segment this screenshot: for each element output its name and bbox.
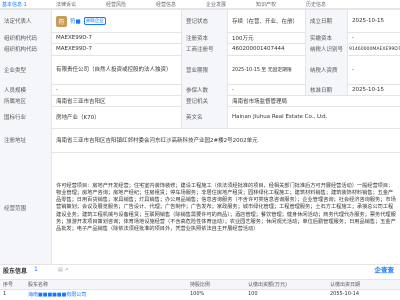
industry-value: 房地产业（K70）	[52, 106, 182, 128]
org-code2-label: 组织机构代码	[0, 43, 52, 55]
table-row: 经营范围 许可经营项目：房地产开发经营；住宅室内装饰装修；建设工程施工（依法须经…	[0, 152, 400, 265]
info-grid: 法定代表人 符 符■ 关联企业 登记状态 存续（在营、开业、在册） 成立日期 2…	[0, 9, 400, 265]
shareholder-ratio: 100%	[190, 291, 205, 297]
shareholder-name[interactable]: 海南■■■■■■有限公司	[28, 291, 86, 298]
legal-rep-cell: 符 符■ 关联企业	[52, 10, 182, 32]
paid-capital-value: -	[352, 34, 354, 41]
term-label: 营业期限	[182, 55, 228, 84]
reg-capital-value: 100万元	[228, 32, 306, 43]
area-value: 海南省三亚市吉阳区	[52, 95, 182, 106]
insured-value: -	[228, 84, 306, 95]
taxpayer-label: 纳税人资质	[306, 55, 348, 84]
tab-basic-info[interactable]: 基本信息 1	[2, 1, 27, 10]
authority-label: 登记机关	[182, 95, 228, 106]
tax-no-value: 91460000MAEXE99D7F	[349, 46, 400, 52]
address-label: 注册地址	[0, 128, 52, 152]
staff-value: -	[52, 84, 182, 95]
authority-value: 海南省市场监督管理局	[232, 98, 288, 105]
reg-status-label: 登记状态	[182, 10, 228, 32]
est-date-label: 成立日期	[306, 10, 348, 32]
avatar: 符	[56, 15, 67, 27]
col-date: 认缴出资日期	[330, 282, 361, 288]
related-company-badge[interactable]: 关联企业	[83, 17, 106, 25]
term-value: 2025-10-15 至 无固定期限	[228, 55, 306, 84]
shareholder-count: 1	[34, 266, 38, 273]
scope-label: 经营范围	[0, 152, 52, 264]
scope-value: 许可经营项目：房地产开发经营；住宅室内装饰装修；建设工程施工（依法须经批准的项目…	[56, 183, 396, 232]
tab-operation[interactable]: 经营信息	[156, 1, 176, 8]
table-row: 企业类型 有限责任公司（自然人投资或控股的法人独资） 营业期限 2025-10-…	[0, 55, 400, 85]
tab-risk[interactable]: 经营风险	[106, 1, 126, 8]
org-code-value: MAEXE99D-7	[52, 32, 182, 43]
tab-history[interactable]: 历史信息	[306, 1, 326, 8]
shareholder-section: 股东信息 1 ▤ ↗ 企查查 序号 股东名称 持股比例 认缴出资额(万元) 认缴…	[0, 262, 400, 300]
approve-value: 2025-10-15	[352, 86, 384, 93]
col-ratio: 持股比例	[190, 282, 211, 288]
area-label: 所属地区	[0, 95, 52, 106]
paid-capital-label: 实缴资本	[306, 32, 348, 43]
address-value: 海南省三亚市吉阳区吉阳镇红郊村委会河东红沙高新科技产业园2#楼2号2002单元	[56, 138, 258, 144]
tab-legal[interactable]: 法律诉讼	[56, 1, 76, 8]
row-index: 1	[3, 291, 7, 297]
org-code2-value: MAEXE99D-7	[52, 43, 182, 55]
col-name: 股东名称	[28, 282, 49, 288]
reg-capital-label: 注册资本	[182, 32, 228, 43]
industry-label: 国标行业	[0, 106, 52, 128]
tab-bar: 基本信息 1 法律诉讼 经营风险 经营信息 企业发展 知识产权 历史信息	[0, 0, 400, 10]
table-row: 法定代表人 符 符■ 关联企业 登记状态 存续（在营、开业、在册） 成立日期 2…	[0, 10, 400, 33]
qcc-logo: 企查查	[374, 266, 395, 274]
tab-development[interactable]: 企业发展	[206, 1, 226, 8]
staff-label: 人员规模	[0, 84, 52, 95]
toolbar-icons[interactable]: ▤ ↗	[58, 267, 69, 273]
legal-rep-label: 法定代表人	[0, 10, 52, 32]
shareholder-row: 1 海南■■■■■■有限公司 100% 100 2055-10-14	[0, 289, 400, 299]
approve-label: 核准日期	[306, 84, 348, 95]
en-name-label: 英文名	[182, 106, 228, 128]
biz-no-value: 460200001407444	[228, 43, 306, 55]
org-code-label: 组织机构代码	[0, 32, 52, 43]
taxpayer-value: -	[352, 66, 354, 73]
tax-no-label: 纳税人识别号	[306, 43, 348, 55]
table-row: 注册地址 海南省三亚市吉阳区吉阳镇红郊村委会河东红沙高新科技产业园2#楼2号20…	[0, 128, 400, 153]
en-name-value: Hainan Jiuhua Real Estate Co., Ltd.	[232, 114, 328, 120]
biz-no-label: 工商注册号	[182, 43, 228, 55]
col-index: 序号	[3, 282, 14, 288]
col-amount: 认缴出资额(万元)	[248, 282, 287, 288]
reg-status-value: 存续（在营、开业、在册）	[228, 10, 306, 32]
section-title: 股东信息	[3, 268, 28, 275]
shareholder-date: 2055-10-14	[330, 291, 360, 297]
tab-ip[interactable]: 知识产权	[256, 1, 276, 8]
legal-rep-name[interactable]: 符■	[70, 17, 81, 25]
est-date-value: 2025-10-15	[352, 18, 384, 24]
type-value: 有限责任公司（自然人投资或控股的法人独资）	[52, 55, 182, 84]
table-row: 国标行业 房地产业（K70） 英文名 Hainan Jiuhua Real Es…	[0, 106, 400, 129]
type-label: 企业类型	[0, 55, 52, 84]
shareholder-amount: 100	[248, 291, 258, 297]
insured-label: 参保人数	[182, 84, 228, 95]
